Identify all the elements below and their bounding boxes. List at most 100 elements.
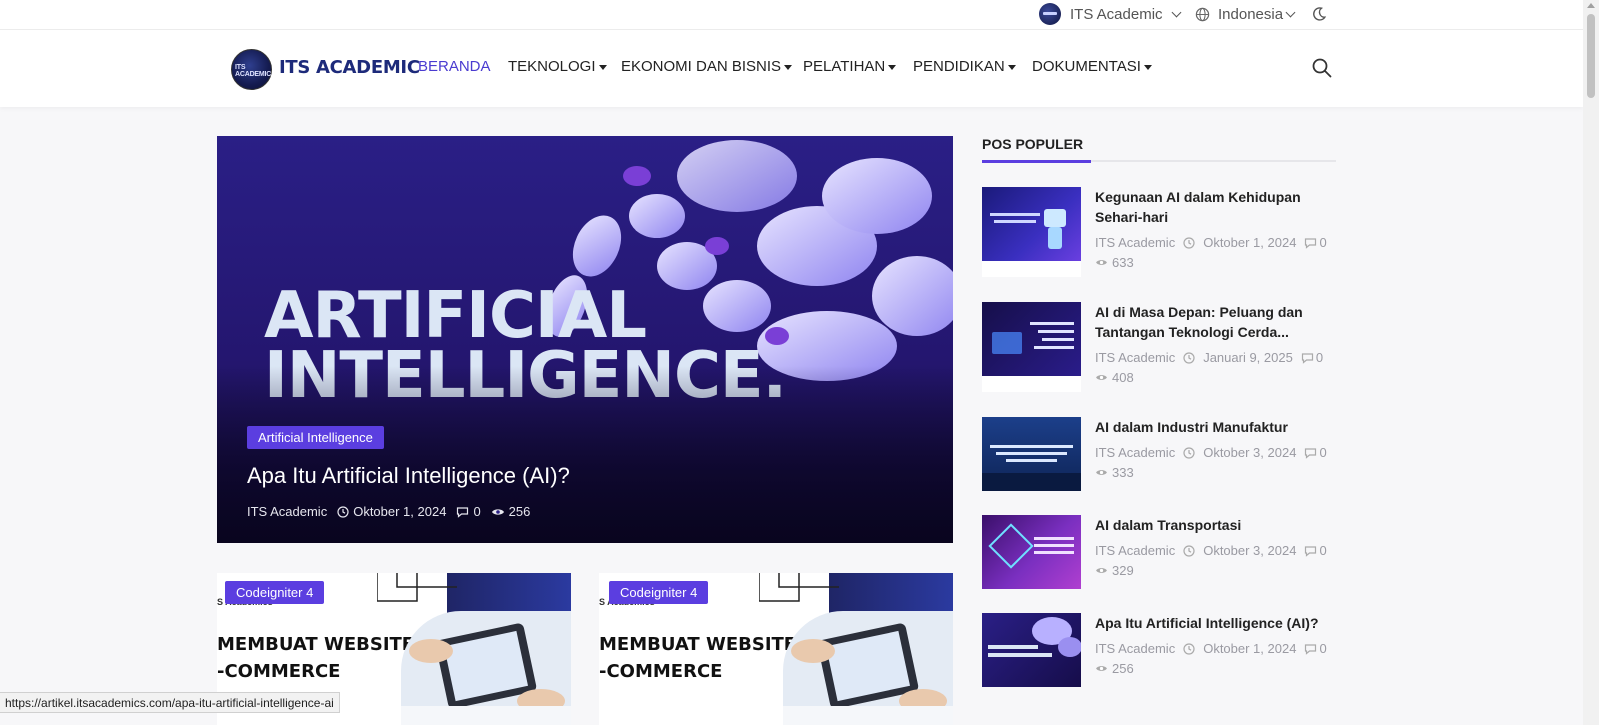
site-logo-text[interactable]: ITS ACADEMIC (279, 57, 420, 78)
post-thumbnail[interactable] (982, 515, 1081, 589)
post-comments: 0 (1319, 235, 1327, 250)
post-date: Oktober 3, 2024 (1203, 445, 1297, 460)
post-author[interactable]: ITS Academic (1095, 350, 1175, 365)
post-thumbnail[interactable] (982, 417, 1081, 491)
nav-pelatihan[interactable]: PELATIHAN (803, 58, 897, 75)
eye-icon (1096, 260, 1107, 265)
post-title[interactable]: AI dalam Industri Manufaktur (1095, 417, 1336, 437)
eye-icon (1096, 375, 1107, 380)
popular-post-item[interactable]: Kegunaan AI dalam Kehidupan Sehari-hari … (982, 187, 1336, 279)
post-title[interactable]: Kegunaan AI dalam Kehidupan Sehari-hari (1095, 187, 1336, 227)
chevron-down-icon (1285, 7, 1296, 17)
card-header-strip (829, 573, 953, 613)
scroll-up-arrow-icon[interactable] (1587, 3, 1595, 8)
search-button[interactable] (1311, 57, 1333, 79)
card-image-headline: MEMBUAT WEBSITE -COMMERCE (599, 634, 797, 682)
main-header: ITS ACADEMIC ITS ACADEMIC BERANDA TEKNOL… (0, 30, 1583, 107)
comment-icon (1304, 643, 1317, 655)
hero-author[interactable]: ITS Academic (247, 504, 327, 519)
tablet-hands-image (783, 611, 953, 725)
popular-post-item[interactable]: AI dalam Industri Manufaktur ITS Academi… (982, 417, 1336, 493)
comment-icon (1304, 447, 1317, 459)
post-date: Oktober 1, 2024 (1203, 641, 1297, 656)
circuit-lines-decoration (377, 573, 457, 602)
theme-toggle[interactable] (1311, 0, 1327, 28)
card-header-strip (447, 573, 571, 613)
post-author[interactable]: ITS Academic (1095, 235, 1175, 250)
heading-divider-accent (982, 160, 1091, 163)
nav-pendidikan[interactable]: PENDIDIKAN (913, 58, 1016, 75)
clock-icon (1183, 236, 1195, 249)
post-meta: ITS Academic Januari 9, 2025 0 (1095, 350, 1323, 365)
post-title[interactable]: Apa Itu Artificial Intelligence (AI)? (1095, 613, 1336, 633)
post-comments: 0 (1319, 641, 1327, 656)
post-comments: 0 (1319, 543, 1327, 558)
caret-down-icon (784, 64, 793, 70)
language-selector[interactable]: Indonesia (1195, 0, 1296, 28)
clock-icon (337, 505, 349, 518)
popular-post-item[interactable]: Apa Itu Artificial Intelligence (AI)? IT… (982, 613, 1336, 689)
comment-icon (1301, 352, 1314, 364)
clock-icon (1183, 351, 1195, 364)
popular-post-item[interactable]: AI di Masa Depan: Peluang dan Tantangan … (982, 302, 1336, 394)
card-image-headline: MEMBUAT WEBSITE -COMMERCE (217, 634, 415, 682)
circuit-lines-decoration (759, 573, 839, 602)
eye-icon (1096, 666, 1107, 671)
post-date: Oktober 1, 2024 (1203, 235, 1297, 250)
post-date: Oktober 3, 2024 (1203, 543, 1297, 558)
post-comments: 0 (1319, 445, 1327, 460)
post-views: 256 (1095, 661, 1134, 676)
hero-views: 256 (491, 504, 530, 519)
site-logo-badge[interactable]: ITS ACADEMIC (231, 49, 272, 90)
post-views: 408 (1095, 370, 1134, 385)
post-views: 633 (1095, 255, 1134, 270)
popular-posts-heading: POS POPULER (982, 136, 1084, 152)
language-label: Indonesia (1218, 5, 1284, 23)
clock-icon (1183, 446, 1195, 459)
moon-icon (1313, 7, 1327, 21)
post-meta: ITS Academic Oktober 1, 2024 0 (1095, 641, 1327, 656)
nav-dokumentasi[interactable]: DOKUMENTASI (1032, 58, 1152, 75)
nav-ekonomi-dan-bisnis[interactable]: EKONOMI DAN BISNIS (621, 58, 793, 75)
post-comments: 0 (1315, 350, 1324, 365)
post-thumbnail[interactable] (982, 613, 1081, 687)
globe-icon (1195, 7, 1210, 21)
post-thumbnail[interactable] (982, 187, 1081, 261)
search-icon (1312, 58, 1332, 78)
card-category-badge[interactable]: Codeigniter 4 (609, 581, 709, 604)
post-card[interactable]: S Academics MEMBUAT WEBSITE -COMMERCE Co… (599, 573, 953, 725)
hero-comments: 0 (456, 504, 481, 519)
popular-post-item[interactable]: AI dalam Transportasi ITS Academic Oktob… (982, 515, 1336, 591)
clock-icon (1183, 642, 1195, 655)
account-avatar (1039, 3, 1061, 25)
post-title[interactable]: AI dalam Transportasi (1095, 515, 1336, 535)
post-date: Januari 9, 2025 (1203, 350, 1293, 365)
tablet-hands-image (401, 611, 571, 725)
caret-down-icon (1007, 64, 1016, 70)
card-category-badge[interactable]: Codeigniter 4 (225, 581, 325, 604)
post-views: 333 (1095, 465, 1134, 480)
post-views: 329 (1095, 563, 1134, 578)
scrollbar-thumb[interactable] (1587, 14, 1595, 98)
post-title[interactable]: AI di Masa Depan: Peluang dan Tantangan … (1095, 302, 1336, 342)
post-thumbnail[interactable] (982, 302, 1081, 376)
clock-icon (1183, 544, 1195, 557)
hero-date: Oktober 1, 2024 (337, 504, 446, 519)
hero-featured-post[interactable]: ARTIFICIAL INTELLIGENCE. Artificial Inte… (217, 136, 953, 543)
top-utility-bar: ITS Academic Indonesia (0, 0, 1583, 30)
caret-down-icon (598, 64, 607, 70)
comment-icon (1304, 237, 1317, 249)
hero-title[interactable]: Apa Itu Artificial Intelligence (AI)? (247, 463, 570, 489)
post-author[interactable]: ITS Academic (1095, 445, 1175, 460)
eye-icon (1096, 568, 1107, 573)
hero-category-badge[interactable]: Artificial Intelligence (247, 426, 384, 449)
chevron-down-icon (1171, 7, 1181, 17)
account-menu[interactable]: ITS Academic (1039, 0, 1181, 28)
post-author[interactable]: ITS Academic (1095, 543, 1175, 558)
nav-teknologi[interactable]: TEKNOLOGI (508, 58, 607, 75)
nav-beranda[interactable]: BERANDA (418, 58, 491, 75)
page-scrollbar[interactable] (1583, 0, 1599, 725)
comment-icon (1304, 545, 1317, 557)
post-author[interactable]: ITS Academic (1095, 641, 1175, 656)
hero-meta: ITS Academic Oktober 1, 2024 0 256 (247, 504, 530, 519)
